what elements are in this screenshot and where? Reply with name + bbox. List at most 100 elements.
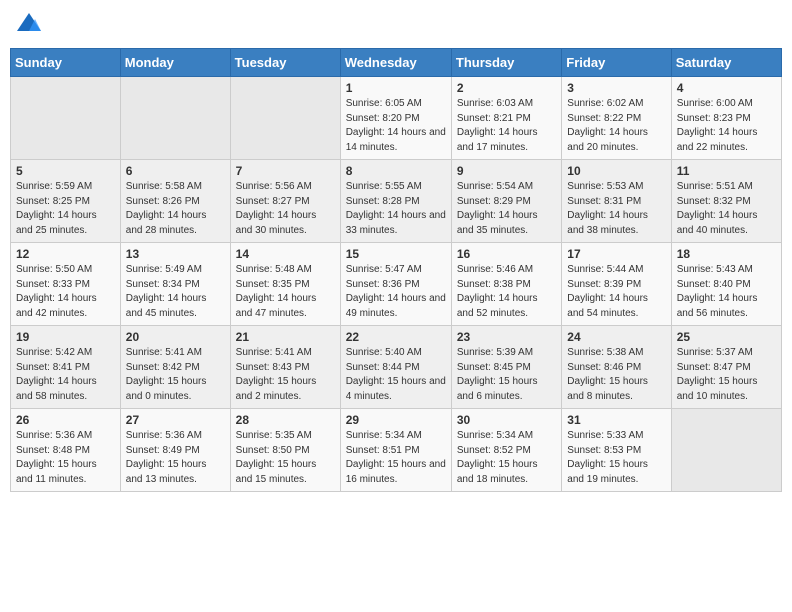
day-number: 2 (457, 81, 556, 95)
calendar-week-row: 19Sunrise: 5:42 AM Sunset: 8:41 PM Dayli… (11, 326, 782, 409)
header-day-monday: Monday (120, 49, 230, 77)
header-day-friday: Friday (562, 49, 671, 77)
calendar-cell: 11Sunrise: 5:51 AM Sunset: 8:32 PM Dayli… (671, 160, 781, 243)
day-info: Sunrise: 5:47 AM Sunset: 8:36 PM Dayligh… (346, 263, 446, 321)
calendar-cell: 9Sunrise: 5:54 AM Sunset: 8:29 PM Daylig… (451, 160, 561, 243)
day-info: Sunrise: 5:49 AM Sunset: 8:34 PM Dayligh… (126, 263, 225, 321)
day-info: Sunrise: 5:50 AM Sunset: 8:33 PM Dayligh… (16, 263, 115, 321)
day-info: Sunrise: 6:05 AM Sunset: 8:20 PM Dayligh… (346, 97, 446, 155)
calendar-cell: 3Sunrise: 6:02 AM Sunset: 8:22 PM Daylig… (562, 77, 671, 160)
calendar-cell: 20 Sunrise: 5:41 AM Sunset: 8:42 PM Dayli… (120, 326, 230, 409)
calendar-cell: 31 Sunrise: 5:33 AM Sunset: 8:53 PM Dayli… (562, 409, 671, 492)
calendar-cell: 25Sunrise: 5:37 AM Sunset: 8:47 PM Dayli… (671, 326, 781, 409)
day-number: 23 (457, 330, 556, 344)
day-info: Sunrise: 5:53 AM Sunset: 8:31 PM Dayligh… (567, 180, 665, 238)
day-number: 9 (457, 164, 556, 178)
calendar-cell: 28 Sunrise: 5:35 AM Sunset: 8:50 PM Dayli… (230, 409, 340, 492)
calendar-cell: 22Sunrise: 5:40 AM Sunset: 8:44 PM Dayli… (340, 326, 451, 409)
calendar-cell: 17 Sunrise: 5:44 AM Sunset: 8:39 PM Dayli… (562, 243, 671, 326)
day-number: 8 (346, 164, 446, 178)
day-info: Sunrise: 5:36 AM Sunset: 8:48 PM Dayligh… (16, 429, 115, 487)
calendar-cell: 14 Sunrise: 5:48 AM Sunset: 8:35 PM Dayli… (230, 243, 340, 326)
day-number: 31 (567, 413, 665, 427)
day-number: 4 (677, 81, 776, 95)
calendar-cell: 18 Sunrise: 5:43 AM Sunset: 8:40 PM Dayli… (671, 243, 781, 326)
day-number: 25 (677, 330, 776, 344)
header-day-sunday: Sunday (11, 49, 121, 77)
day-info: Sunrise: 5:34 AM Sunset: 8:51 PM Dayligh… (346, 429, 446, 487)
day-number: 3 (567, 81, 665, 95)
calendar-cell: 30 Sunrise: 5:34 AM Sunset: 8:52 PM Dayli… (451, 409, 561, 492)
calendar-cell: 10Sunrise: 5:53 AM Sunset: 8:31 PM Dayli… (562, 160, 671, 243)
day-info: Sunrise: 5:34 AM Sunset: 8:52 PM Dayligh… (457, 429, 556, 487)
calendar-cell: 12 Sunrise: 5:50 AM Sunset: 8:33 PM Dayli… (11, 243, 121, 326)
day-info: Sunrise: 5:33 AM Sunset: 8:53 PM Dayligh… (567, 429, 665, 487)
calendar-cell: 15 Sunrise: 5:47 AM Sunset: 8:36 PM Dayli… (340, 243, 451, 326)
day-number: 22 (346, 330, 446, 344)
day-number: 17 (567, 247, 665, 261)
day-info: Sunrise: 5:46 AM Sunset: 8:38 PM Dayligh… (457, 263, 556, 321)
calendar-cell: 24Sunrise: 5:38 AM Sunset: 8:46 PM Dayli… (562, 326, 671, 409)
day-number: 18 (677, 247, 776, 261)
day-number: 1 (346, 81, 446, 95)
day-number: 26 (16, 413, 115, 427)
day-number: 13 (126, 247, 225, 261)
day-number: 7 (236, 164, 335, 178)
page-header (10, 10, 782, 40)
day-number: 5 (16, 164, 115, 178)
day-info: Sunrise: 5:55 AM Sunset: 8:28 PM Dayligh… (346, 180, 446, 238)
day-info: Sunrise: 5:51 AM Sunset: 8:32 PM Dayligh… (677, 180, 776, 238)
day-number: 24 (567, 330, 665, 344)
calendar-cell: 13 Sunrise: 5:49 AM Sunset: 8:34 PM Dayli… (120, 243, 230, 326)
header-day-thursday: Thursday (451, 49, 561, 77)
day-info: Sunrise: 5:35 AM Sunset: 8:50 PM Dayligh… (236, 429, 335, 487)
calendar-week-row: 12 Sunrise: 5:50 AM Sunset: 8:33 PM Dayli… (11, 243, 782, 326)
day-number: 27 (126, 413, 225, 427)
day-number: 6 (126, 164, 225, 178)
calendar-cell: 21Sunrise: 5:41 AM Sunset: 8:43 PM Dayli… (230, 326, 340, 409)
day-number: 15 (346, 247, 446, 261)
day-number: 20 (126, 330, 225, 344)
calendar-cell: 29 Sunrise: 5:34 AM Sunset: 8:51 PM Dayli… (340, 409, 451, 492)
calendar-cell: 19Sunrise: 5:42 AM Sunset: 8:41 PM Dayli… (11, 326, 121, 409)
calendar-cell (230, 77, 340, 160)
calendar-header-row: SundayMondayTuesdayWednesdayThursdayFrid… (11, 49, 782, 77)
calendar-cell: 2 Sunrise: 6:03 AM Sunset: 8:21 PM Daylig… (451, 77, 561, 160)
day-number: 14 (236, 247, 335, 261)
calendar-cell (120, 77, 230, 160)
calendar-cell: 4Sunrise: 6:00 AM Sunset: 8:23 PM Daylig… (671, 77, 781, 160)
logo-icon (14, 10, 44, 40)
calendar-cell: 7Sunrise: 5:56 AM Sunset: 8:27 PM Daylig… (230, 160, 340, 243)
day-number: 29 (346, 413, 446, 427)
day-info: Sunrise: 5:58 AM Sunset: 8:26 PM Dayligh… (126, 180, 225, 238)
day-info: Sunrise: 5:44 AM Sunset: 8:39 PM Dayligh… (567, 263, 665, 321)
header-day-tuesday: Tuesday (230, 49, 340, 77)
calendar-week-row: 1 Sunrise: 6:05 AM Sunset: 8:20 PM Daylig… (11, 77, 782, 160)
day-number: 30 (457, 413, 556, 427)
calendar-cell: 27 Sunrise: 5:36 AM Sunset: 8:49 PM Dayli… (120, 409, 230, 492)
day-info: Sunrise: 5:43 AM Sunset: 8:40 PM Dayligh… (677, 263, 776, 321)
day-number: 16 (457, 247, 556, 261)
calendar-cell: 8 Sunrise: 5:55 AM Sunset: 8:28 PM Daylig… (340, 160, 451, 243)
calendar-week-row: 26 Sunrise: 5:36 AM Sunset: 8:48 PM Dayli… (11, 409, 782, 492)
calendar-week-row: 5 Sunrise: 5:59 AM Sunset: 8:25 PM Daylig… (11, 160, 782, 243)
day-info: Sunrise: 5:39 AM Sunset: 8:45 PM Dayligh… (457, 346, 556, 404)
header-day-saturday: Saturday (671, 49, 781, 77)
day-number: 12 (16, 247, 115, 261)
calendar-cell: 6 Sunrise: 5:58 AM Sunset: 8:26 PM Daylig… (120, 160, 230, 243)
calendar-cell: 16 Sunrise: 5:46 AM Sunset: 8:38 PM Dayli… (451, 243, 561, 326)
calendar-cell: 1 Sunrise: 6:05 AM Sunset: 8:20 PM Daylig… (340, 77, 451, 160)
day-info: Sunrise: 6:03 AM Sunset: 8:21 PM Dayligh… (457, 97, 556, 155)
day-info: Sunrise: 5:59 AM Sunset: 8:25 PM Dayligh… (16, 180, 115, 238)
calendar-cell: 26 Sunrise: 5:36 AM Sunset: 8:48 PM Dayli… (11, 409, 121, 492)
day-number: 28 (236, 413, 335, 427)
calendar-cell: 5 Sunrise: 5:59 AM Sunset: 8:25 PM Daylig… (11, 160, 121, 243)
calendar-cell: 23 Sunrise: 5:39 AM Sunset: 8:45 PM Dayli… (451, 326, 561, 409)
day-info: Sunrise: 5:36 AM Sunset: 8:49 PM Dayligh… (126, 429, 225, 487)
day-info: Sunrise: 5:41 AM Sunset: 8:43 PM Dayligh… (236, 346, 335, 404)
logo (14, 10, 48, 40)
day-info: Sunrise: 5:41 AM Sunset: 8:42 PM Dayligh… (126, 346, 225, 404)
day-info: Sunrise: 5:42 AM Sunset: 8:41 PM Dayligh… (16, 346, 115, 404)
day-info: Sunrise: 5:48 AM Sunset: 8:35 PM Dayligh… (236, 263, 335, 321)
header-day-wednesday: Wednesday (340, 49, 451, 77)
